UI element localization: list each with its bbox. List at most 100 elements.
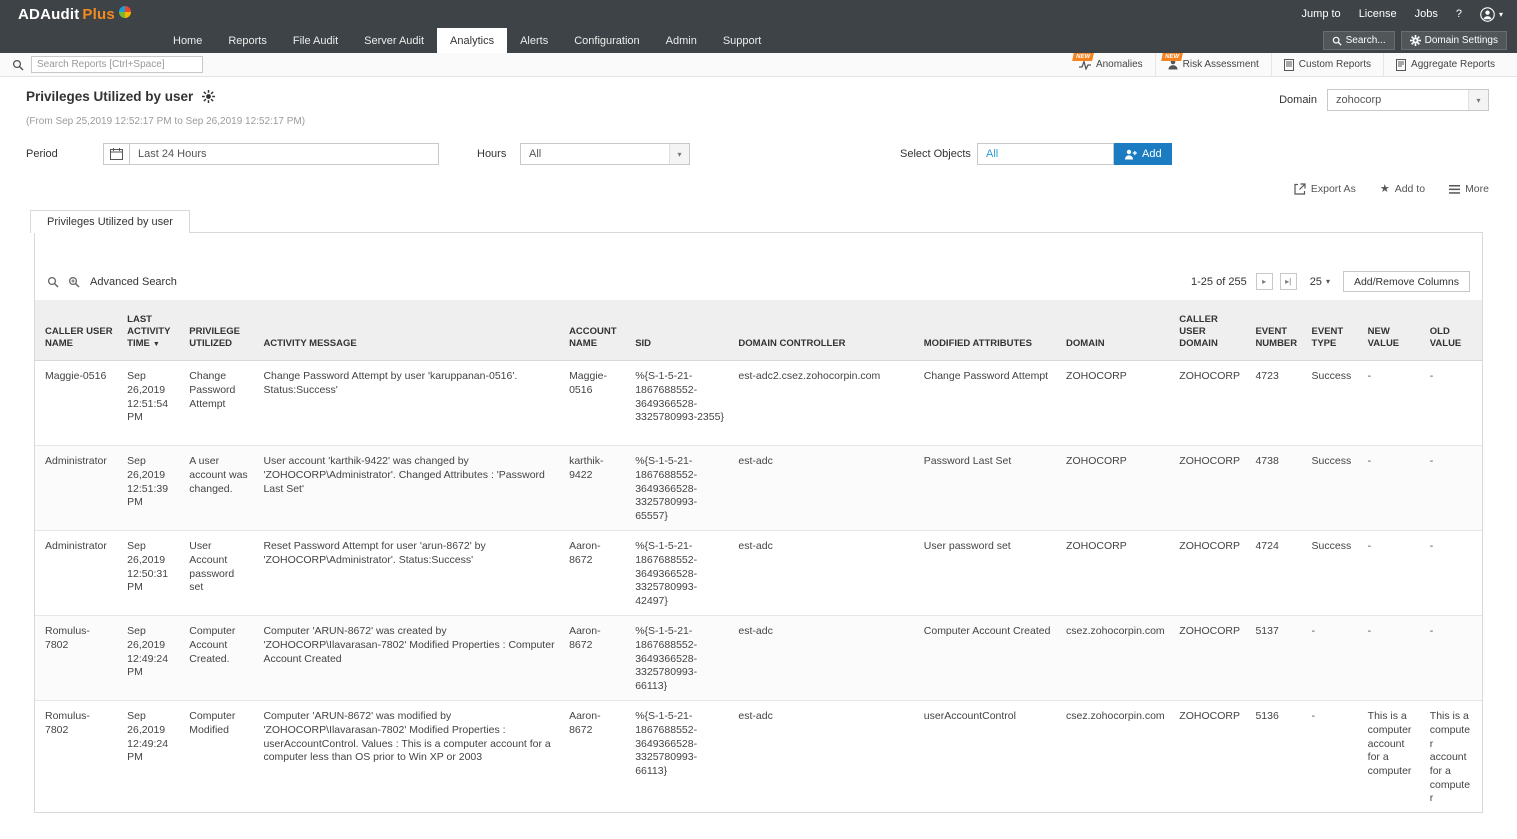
column-header-privilege_utilized[interactable]: PRIVILEGE UTILIZED bbox=[185, 300, 259, 361]
caret-down-icon: ▾ bbox=[1326, 277, 1330, 286]
filter-row: Period Hours All ▾ Select Objects Add bbox=[0, 127, 1517, 165]
period-input[interactable] bbox=[130, 143, 439, 165]
risk-assessment-link[interactable]: NEW Risk Assessment bbox=[1155, 53, 1271, 76]
calendar-button[interactable] bbox=[103, 143, 130, 165]
table-row[interactable]: Romulus-7802Sep 26,2019 12:49:24 PMCompu… bbox=[35, 616, 1482, 701]
cell-account_name: karthik-9422 bbox=[565, 446, 631, 531]
advanced-search-icon[interactable] bbox=[68, 276, 81, 288]
nav-item-analytics[interactable]: Analytics bbox=[437, 28, 507, 53]
sort-desc-icon[interactable]: ▼ bbox=[153, 341, 160, 348]
nav-item-file-audit[interactable]: File Audit bbox=[280, 28, 351, 53]
adaudit-plus-app: ADAudit Plus Jump to License Jobs ? ▾ Ho… bbox=[0, 0, 1517, 811]
aggregate-reports-link[interactable]: Aggregate Reports bbox=[1383, 53, 1507, 76]
add-objects-button[interactable]: Add bbox=[1114, 143, 1172, 165]
new-badge: NEW bbox=[1161, 53, 1183, 61]
cell-privilege_utilized: A user account was changed. bbox=[185, 446, 259, 531]
column-header-caller_user_domain[interactable]: CALLER USER DOMAIN bbox=[1175, 300, 1251, 361]
help-link[interactable]: ? bbox=[1456, 8, 1462, 20]
cell-sid: %{S-1-5-21-1867688552-3649366528-3325780… bbox=[631, 531, 734, 616]
cell-new_value: - bbox=[1364, 446, 1426, 531]
nav-item-reports[interactable]: Reports bbox=[215, 28, 280, 53]
user-menu[interactable]: ▾ bbox=[1480, 7, 1503, 22]
cell-event_number: 5136 bbox=[1251, 701, 1307, 812]
cell-domain_controller: est-adc2.csez.zohocorpin.com bbox=[734, 361, 919, 446]
cell-domain_controller: est-adc bbox=[734, 701, 919, 812]
hours-select[interactable]: All ▾ bbox=[520, 143, 690, 165]
anomalies-link[interactable]: NEW Anomalies bbox=[1067, 53, 1155, 76]
nav-item-admin[interactable]: Admin bbox=[653, 28, 710, 53]
column-header-activity_message[interactable]: ACTIVITY MESSAGE bbox=[259, 300, 565, 361]
page-size-select[interactable]: 25 ▾ bbox=[1310, 276, 1330, 288]
add-to-button[interactable]: ★ Add to bbox=[1380, 183, 1425, 195]
page-title: Privileges Utilized by user bbox=[26, 89, 193, 104]
cell-event_number: 4724 bbox=[1251, 531, 1307, 616]
column-header-domain_controller[interactable]: DOMAIN CONTROLLER bbox=[734, 300, 919, 361]
caret-down-icon: ▾ bbox=[1468, 90, 1488, 110]
table-row[interactable]: Romulus-7802Sep 26,2019 12:49:24 PMCompu… bbox=[35, 701, 1482, 812]
table-row[interactable]: AdministratorSep 26,2019 12:50:31 PMUser… bbox=[35, 531, 1482, 616]
add-to-label: Add to bbox=[1395, 183, 1425, 195]
column-header-sid[interactable]: SID bbox=[631, 300, 734, 361]
search-reports-input[interactable] bbox=[31, 56, 203, 73]
column-header-old_value[interactable]: OLD VALUE bbox=[1426, 300, 1482, 361]
column-header-last_activity_time[interactable]: LAST ACTIVITY TIME▼ bbox=[123, 300, 185, 361]
column-header-caller_user_name[interactable]: CALLER USER NAME bbox=[35, 300, 123, 361]
export-as-button[interactable]: Export As bbox=[1294, 183, 1356, 195]
cell-modified_attributes: Computer Account Created bbox=[920, 616, 1062, 701]
license-link[interactable]: License bbox=[1359, 8, 1397, 20]
cell-domain: csez.zohocorpin.com bbox=[1062, 701, 1175, 812]
cell-event_type: - bbox=[1308, 701, 1364, 812]
cell-caller_user_domain: ZOHOCORP bbox=[1175, 701, 1251, 812]
cell-domain_controller: est-adc bbox=[734, 531, 919, 616]
table-row[interactable]: Maggie-0516Sep 26,2019 12:51:54 PMChange… bbox=[35, 361, 1482, 446]
brand-name: ADAudit bbox=[18, 6, 79, 23]
jump-to-link[interactable]: Jump to bbox=[1302, 8, 1341, 20]
cell-modified_attributes: User password set bbox=[920, 531, 1062, 616]
column-header-account_name[interactable]: ACCOUNT NAME bbox=[565, 300, 631, 361]
nav-item-alerts[interactable]: Alerts bbox=[507, 28, 561, 53]
nav-item-support[interactable]: Support bbox=[710, 28, 775, 53]
domain-settings-button[interactable]: Domain Settings bbox=[1401, 31, 1507, 50]
domain-select[interactable]: zohocorp ▾ bbox=[1327, 89, 1489, 111]
cell-domain: ZOHOCORP bbox=[1062, 531, 1175, 616]
domain-select-value: zohocorp bbox=[1336, 94, 1381, 106]
column-header-domain[interactable]: DOMAIN bbox=[1062, 300, 1175, 361]
nav-item-home[interactable]: Home bbox=[160, 28, 215, 53]
nav-item-configuration[interactable]: Configuration bbox=[561, 28, 652, 53]
tab-privileges-utilized-by-user[interactable]: Privileges Utilized by user bbox=[30, 210, 190, 233]
last-page-button[interactable]: ▸| bbox=[1280, 273, 1297, 290]
schedule-report-icon[interactable] bbox=[202, 90, 215, 103]
hours-label: Hours bbox=[477, 148, 520, 160]
cell-new_value: - bbox=[1364, 361, 1426, 446]
cell-old_value: This is a computer account for a compute… bbox=[1426, 701, 1482, 812]
column-header-new_value[interactable]: NEW VALUE bbox=[1364, 300, 1426, 361]
column-header-event_number[interactable]: EVENT NUMBER bbox=[1251, 300, 1307, 361]
add-button-label: Add bbox=[1142, 148, 1162, 160]
cell-event_number: 5137 bbox=[1251, 616, 1307, 701]
custom-reports-label: Custom Reports bbox=[1299, 59, 1371, 70]
global-search-button[interactable]: Search... bbox=[1323, 31, 1395, 50]
cell-activity_message: Computer 'ARUN-8672' was modified by 'ZO… bbox=[259, 701, 565, 812]
next-page-button[interactable]: ▸ bbox=[1256, 273, 1273, 290]
nav-right: Search... Domain Settings bbox=[1323, 28, 1507, 53]
export-icon bbox=[1294, 183, 1306, 195]
custom-reports-link[interactable]: Custom Reports bbox=[1271, 53, 1383, 76]
cell-privilege_utilized: Computer Modified bbox=[185, 701, 259, 812]
more-button[interactable]: More bbox=[1449, 183, 1489, 195]
nav-item-server-audit[interactable]: Server Audit bbox=[351, 28, 437, 53]
cell-caller_user_name: Romulus-7802 bbox=[35, 701, 123, 812]
advanced-search-label[interactable]: Advanced Search bbox=[90, 276, 177, 288]
cell-old_value: - bbox=[1426, 361, 1482, 446]
hours-select-value: All bbox=[529, 148, 541, 160]
cell-caller_user_name: Administrator bbox=[35, 446, 123, 531]
select-objects-input[interactable] bbox=[977, 143, 1114, 165]
add-remove-columns-button[interactable]: Add/Remove Columns bbox=[1343, 271, 1470, 292]
search-icon[interactable] bbox=[47, 276, 59, 288]
jobs-link[interactable]: Jobs bbox=[1415, 8, 1438, 20]
cell-event_number: 4738 bbox=[1251, 446, 1307, 531]
cell-modified_attributes: Password Last Set bbox=[920, 446, 1062, 531]
column-header-modified_attributes[interactable]: MODIFIED ATTRIBUTES bbox=[920, 300, 1062, 361]
table-row[interactable]: AdministratorSep 26,2019 12:51:39 PMA us… bbox=[35, 446, 1482, 531]
cell-caller_user_name: Romulus-7802 bbox=[35, 616, 123, 701]
column-header-event_type[interactable]: EVENT TYPE bbox=[1308, 300, 1364, 361]
